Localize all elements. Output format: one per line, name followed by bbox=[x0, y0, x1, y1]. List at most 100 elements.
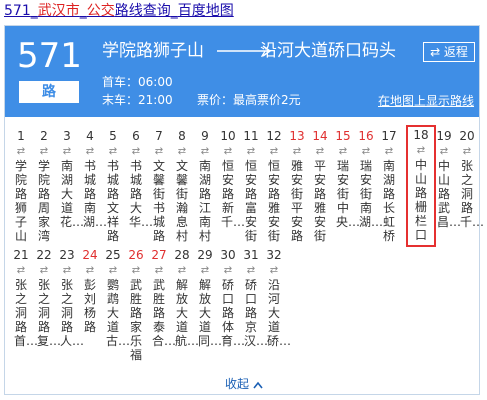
stop-name: 张之洞路千… bbox=[460, 159, 485, 229]
stop-item[interactable]: 15 ⇄ 瑞安街中央… bbox=[332, 129, 361, 229]
bidirectional-arrow-icon: ⇄ bbox=[338, 146, 348, 157]
bidirectional-arrow-icon: ⇄ bbox=[246, 265, 256, 276]
stop-name: 书城路大华… bbox=[129, 159, 154, 229]
stop-item[interactable]: 16 ⇄ 瑞安街南湖… bbox=[355, 129, 384, 229]
stop-item[interactable]: 24 ⇄ 彭刘杨路 bbox=[79, 248, 101, 334]
stop-number: 17 bbox=[381, 129, 397, 143]
stop-item[interactable]: 11 ⇄ 恒安路富安街 bbox=[240, 129, 262, 243]
stop-number: 3 bbox=[63, 129, 71, 143]
stop-item[interactable]: 30 ⇄ 硚口路体育… bbox=[217, 248, 245, 348]
stop-number: 6 bbox=[132, 129, 140, 143]
bidirectional-arrow-icon: ⇄ bbox=[200, 146, 210, 157]
return-trip-button[interactable]: ⇄ 返程 bbox=[423, 42, 475, 62]
stop-number: 32 bbox=[266, 248, 282, 262]
stop-number: 28 bbox=[174, 248, 190, 262]
collapse-label: 收起 bbox=[225, 377, 250, 391]
stop-item[interactable]: 19 ⇄ 中山路武昌… bbox=[433, 129, 462, 229]
stop-item[interactable]: 4 ⇄ 书城路南湖… bbox=[79, 129, 107, 229]
stop-item[interactable]: 10 ⇄ 恒安路新千… bbox=[217, 129, 246, 229]
route-number: 571 bbox=[17, 36, 82, 76]
stop-item[interactable]: 3 ⇄ 南湖大道花… bbox=[56, 129, 85, 229]
stop-number: 21 bbox=[13, 248, 29, 262]
stop-name: 书城路文祥路 bbox=[106, 159, 119, 243]
title-separator: _ bbox=[170, 3, 178, 19]
stop-item[interactable]: 9 ⇄ 南湖路江南村 bbox=[194, 129, 216, 243]
stop-item[interactable]: 6 ⇄ 书城路大华… bbox=[125, 129, 154, 229]
stop-item[interactable]: 17 ⇄ 南湖路长虹桥 bbox=[378, 129, 400, 243]
bidirectional-arrow-icon: ⇄ bbox=[246, 146, 256, 157]
stop-number: 25 bbox=[105, 248, 121, 262]
bidirectional-arrow-icon: ⇄ bbox=[154, 146, 164, 157]
stop-item[interactable]: 21 ⇄ 张之洞路首… bbox=[10, 248, 39, 348]
stop-item[interactable]: 26 ⇄ 武胜路家乐福 bbox=[125, 248, 147, 362]
stop-item[interactable]: 12 ⇄ 恒安路雅安街 bbox=[263, 129, 285, 243]
stop-item[interactable]: 32 ⇄ 沿河大道硚… bbox=[263, 248, 292, 348]
show-on-map-link[interactable]: 在地图上显示路线 bbox=[378, 93, 474, 109]
title-separator: _ bbox=[79, 3, 87, 19]
stop-name: 文馨街书城路 bbox=[152, 159, 165, 243]
stop-number: 16 bbox=[358, 129, 374, 143]
stop-item[interactable]: 1 ⇄ 学院路狮子山 bbox=[10, 129, 32, 243]
chevron-up-icon bbox=[253, 381, 263, 388]
stop-number: 30 bbox=[220, 248, 236, 262]
collapse-button[interactable]: 收起 bbox=[225, 376, 263, 392]
stop-name: 张之洞路首… bbox=[14, 278, 39, 348]
bidirectional-arrow-icon: ⇄ bbox=[85, 265, 95, 276]
stop-item[interactable]: 31 ⇄ 硚口路京汉… bbox=[240, 248, 268, 348]
stop-item[interactable]: 2 ⇄ 学院路周家湾 bbox=[33, 129, 55, 243]
bidirectional-arrow-icon: ⇄ bbox=[108, 146, 118, 157]
stop-number: 19 bbox=[436, 129, 452, 143]
stop-item[interactable]: 20 ⇄ 张之洞路千… bbox=[456, 129, 485, 229]
stop-name: 南湖路长虹桥 bbox=[382, 159, 395, 243]
stop-item[interactable]: 8 ⇄ 文馨街瀚息村 bbox=[171, 129, 193, 243]
bidirectional-arrow-icon: ⇄ bbox=[462, 146, 472, 157]
stop-number: 27 bbox=[151, 248, 167, 262]
page-title-link[interactable]: 571_武汉市_公交路线查询_百度地图 bbox=[4, 2, 234, 20]
stop-item[interactable]: 27 ⇄ 武胜路泰合… bbox=[148, 248, 176, 348]
stop-name: 瑞安街中央… bbox=[336, 159, 361, 229]
stop-name: 瑞安街南湖… bbox=[359, 159, 384, 229]
stop-name: 文馨街瀚息村 bbox=[175, 159, 188, 243]
stop-item[interactable]: 22 ⇄ 张之洞路复… bbox=[33, 248, 62, 348]
stop-name: 解放大道同… bbox=[198, 278, 223, 348]
stop-item[interactable]: 14 ⇄ 平安路雅安街 bbox=[309, 129, 331, 243]
route-header: 571 路 学院路狮子山 沿河大道硚口码头 ⇄ 返程 首车：06:00 末车：2… bbox=[5, 26, 479, 117]
stop-name: 恒安路新千… bbox=[221, 159, 246, 229]
title-route-number: 571 bbox=[4, 3, 31, 19]
stop-number: 26 bbox=[128, 248, 144, 262]
stop-item[interactable]: 5 ⇄ 书城路文祥路 bbox=[102, 129, 124, 243]
route-destination: 沿河大道硚口码头 bbox=[260, 41, 396, 61]
stop-number: 14 bbox=[312, 129, 328, 143]
stop-number: 1 bbox=[17, 129, 25, 143]
stop-name: 解放大道航… bbox=[175, 278, 200, 348]
stop-name: 中山路武昌… bbox=[437, 159, 462, 229]
bidirectional-arrow-icon: ⇄ bbox=[85, 146, 95, 157]
stop-number: 5 bbox=[109, 129, 117, 143]
stop-item[interactable]: 28 ⇄ 解放大道航… bbox=[171, 248, 200, 348]
stop-number: 31 bbox=[243, 248, 259, 262]
bidirectional-arrow-icon: ⇄ bbox=[39, 265, 49, 276]
stop-name: 恒安路雅安街 bbox=[267, 159, 280, 243]
stop-number: 7 bbox=[155, 129, 163, 143]
title-site: 百度地图 bbox=[177, 3, 234, 19]
title-bus: 公交 bbox=[86, 3, 115, 19]
stop-name: 张之洞路复… bbox=[37, 278, 62, 348]
stop-name: 雅安街平安路 bbox=[290, 159, 303, 243]
bidirectional-arrow-icon: ⇄ bbox=[177, 146, 187, 157]
bidirectional-arrow-icon: ⇄ bbox=[416, 145, 426, 156]
stop-item[interactable]: 18 ⇄ 中山路栅栏口 bbox=[406, 125, 436, 247]
route-card: 571 路 学院路狮子山 沿河大道硚口码头 ⇄ 返程 首车：06:00 末车：2… bbox=[4, 25, 485, 395]
stop-item[interactable]: 23 ⇄ 张之洞路人… bbox=[56, 248, 85, 348]
stop-item[interactable]: 29 ⇄ 解放大道同… bbox=[194, 248, 223, 348]
bidirectional-arrow-icon: ⇄ bbox=[131, 265, 141, 276]
bidirectional-arrow-icon: ⇄ bbox=[269, 265, 279, 276]
stop-item[interactable]: 25 ⇄ 鹦鹉大道古… bbox=[102, 248, 130, 348]
stop-item[interactable]: 7 ⇄ 文馨街书城路 bbox=[148, 129, 170, 243]
stop-number: 2 bbox=[40, 129, 48, 143]
stop-name: 张之洞路人… bbox=[60, 278, 85, 348]
stop-name: 平安路雅安街 bbox=[313, 159, 326, 243]
stop-number: 12 bbox=[266, 129, 282, 143]
stop-item[interactable]: 13 ⇄ 雅安街平安路 bbox=[286, 129, 308, 243]
stop-name: 沿河大道硚… bbox=[267, 278, 292, 348]
stop-name: 南湖大道花… bbox=[60, 159, 85, 229]
